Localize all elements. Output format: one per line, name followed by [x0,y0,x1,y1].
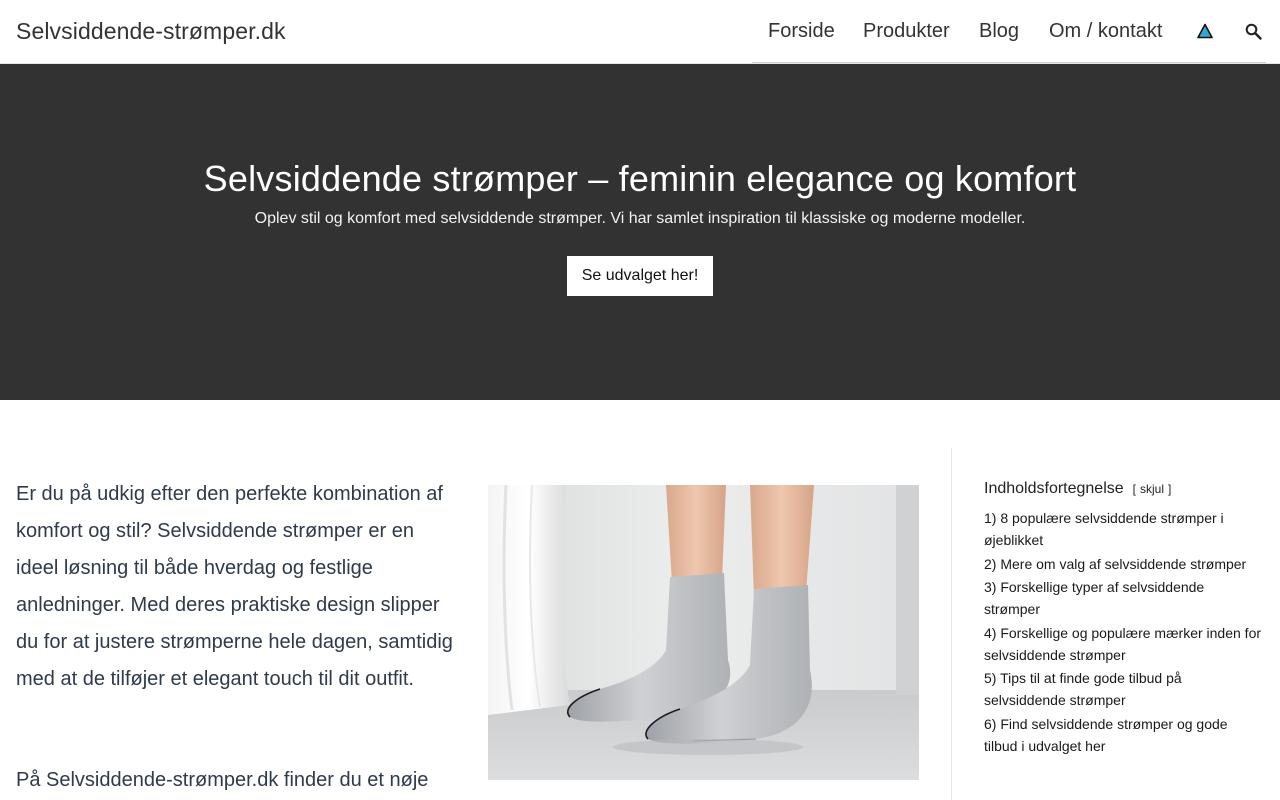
hero-section: Selvsiddende strømper – feminin elegance… [0,64,1280,400]
toc-toggle: [skjul] [1133,482,1172,496]
intro-paragraph: Er du på udkig efter den perfekte kombin… [16,483,453,690]
toc-title: Indholdsfortegnelse [984,480,1124,497]
toc-link-1[interactable]: 1) 8 populære selvsiddende strømper i øj… [984,510,1224,548]
nav-item-om-kontakt[interactable]: Om / kontakt [1049,20,1162,43]
warning-triangle-icon[interactable] [1197,23,1215,41]
nav-item-produkter[interactable]: Produkter [863,20,950,43]
toc-item: 4) Forskellige og populære mærker inden … [984,622,1264,666]
search-icon[interactable] [1245,23,1263,41]
toc-item: 5) Tips til at finde gode tilbud på selv… [984,667,1264,711]
toc-link-5[interactable]: 5) Tips til at finde gode tilbud på selv… [984,670,1182,708]
second-paragraph: På Selvsiddende-strømper.dk finder du et… [16,769,429,791]
hero-subtitle: Oplev stil og komfort med selvsiddende s… [254,210,1026,227]
toc-item: 6) Find selvsiddende strømper og gode ti… [984,713,1264,757]
toc-toggle-bracket-close: ] [1168,482,1172,496]
site-header: Selvsiddende-strømper.dk Forside Produkt… [0,0,1280,64]
nav-item-forside[interactable]: Forside [768,20,835,43]
see-selection-button[interactable]: Se udvalget her! [567,256,713,296]
toc-item: 3) Forskellige typer af selvsiddende str… [984,576,1264,620]
toc-item: 2) Mere om valg af selvsiddende strømper [984,553,1264,575]
toc-link-3[interactable]: 3) Forskellige typer af selvsiddende str… [984,579,1204,617]
site-logo[interactable]: Selvsiddende-strømper.dk [16,18,286,45]
toc-link-2[interactable]: 2) Mere om valg af selvsiddende strømper [984,556,1246,572]
toc-hide-link[interactable]: skjul [1136,482,1168,496]
product-image-socks [488,485,919,780]
hero-title: Selvsiddende strømper – feminin elegance… [203,158,1077,199]
toc-list: 1) 8 populære selvsiddende strømper i øj… [984,507,1264,757]
toc-link-6[interactable]: 6) Find selvsiddende strømper og gode ti… [984,716,1228,754]
nav-underline [752,62,1266,63]
table-of-contents: Indholdsfortegnelse [skjul] 1) 8 populær… [984,480,1264,758]
toc-link-4[interactable]: 4) Forskellige og populære mærker inden … [984,625,1261,663]
toc-item: 1) 8 populære selvsiddende strømper i øj… [984,507,1264,551]
nav-item-blog[interactable]: Blog [979,20,1019,43]
sidebar-divider [951,448,952,800]
